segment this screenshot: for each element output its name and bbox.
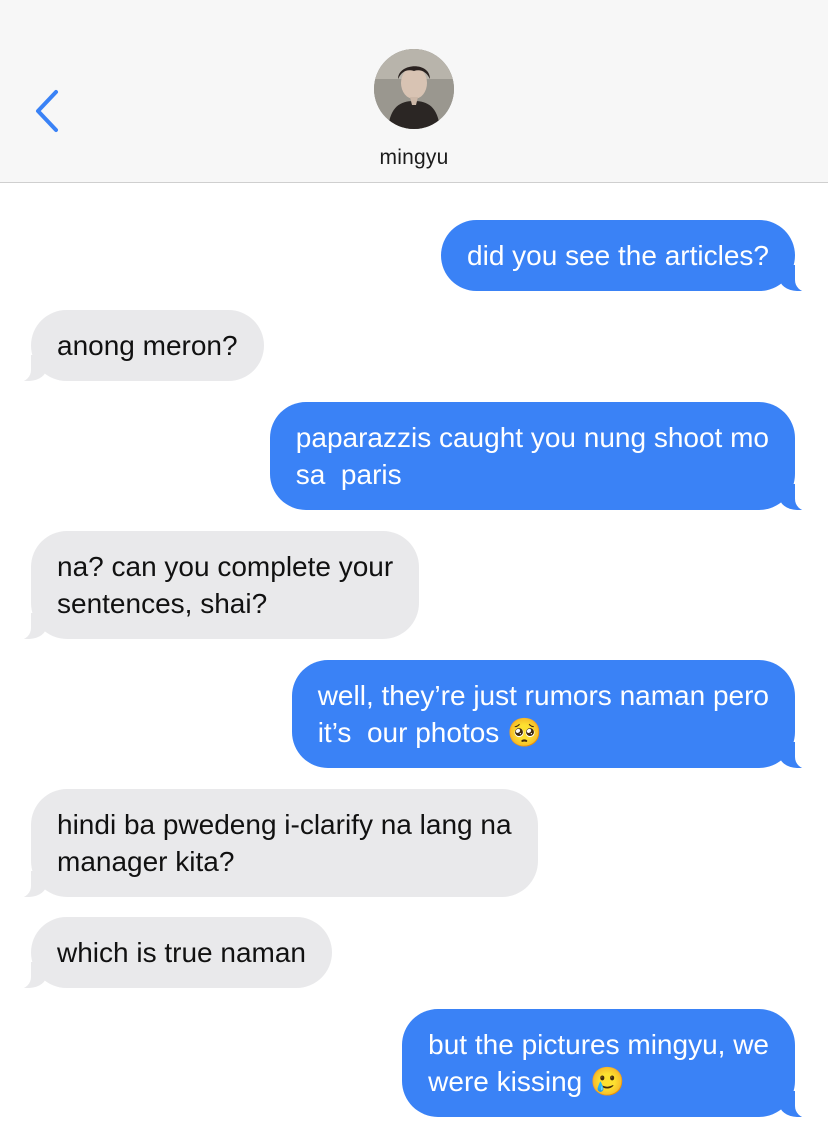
avatar-photo — [374, 49, 454, 129]
conversation-header: mingyu — [0, 0, 828, 183]
message-bubble-sent[interactable]: well, they’re just rumors naman pero it’… — [291, 660, 814, 769]
message-bubble-received[interactable]: na? can you complete your sentences, sha… — [12, 531, 420, 640]
message-bubble-sent[interactable]: but the pictures mingyu, we were kissing… — [402, 1009, 813, 1118]
message-bubble-sent[interactable]: paparazzis caught you nung shoot mo sa p… — [269, 402, 814, 511]
contact-name[interactable]: mingyu — [0, 146, 828, 170]
message-bubble-received[interactable]: which is true naman — [12, 917, 333, 989]
message-thread[interactable]: did you see the articles? anong meron? p… — [0, 183, 828, 1135]
back-button[interactable] — [28, 88, 68, 134]
chevron-left-icon — [36, 90, 58, 132]
message-bubble-received[interactable]: hindi ba pwedeng i-clarify na lang na ma… — [13, 789, 538, 898]
message-bubble-received[interactable]: anong meron? — [13, 310, 264, 382]
message-bubble-sent[interactable]: did you see the articles? — [441, 220, 813, 292]
avatar[interactable] — [374, 49, 454, 129]
